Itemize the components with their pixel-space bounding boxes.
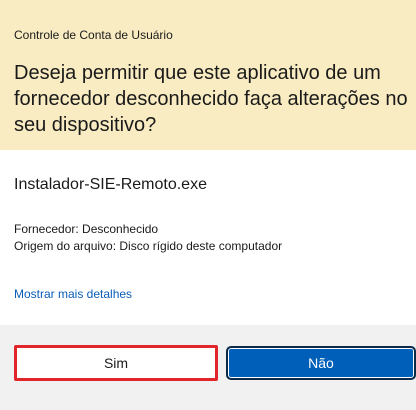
publisher-info: Fornecedor: Desconhecido — [14, 222, 159, 236]
program-file-name: Instalador-SIE-Remoto.exe — [14, 176, 207, 193]
program-details: Fornecedor: Desconhecido Origem do arqui… — [14, 221, 282, 255]
show-more-details-link[interactable]: Mostrar mais detalhes — [14, 287, 132, 301]
no-button[interactable]: Não — [226, 346, 416, 380]
yes-button[interactable]: Sim — [14, 345, 218, 381]
uac-header-banner: Controle de Conta de Usuário Deseja perm… — [0, 0, 416, 150]
dialog-caption: Controle de Conta de Usuário — [14, 28, 173, 42]
permission-question: Deseja permitir que este aplicativo de u… — [14, 62, 408, 136]
file-origin-info: Origem do arquivo: Disco rígido deste co… — [14, 239, 283, 253]
uac-dialog: Controle de Conta de Usuário Deseja perm… — [0, 0, 416, 410]
